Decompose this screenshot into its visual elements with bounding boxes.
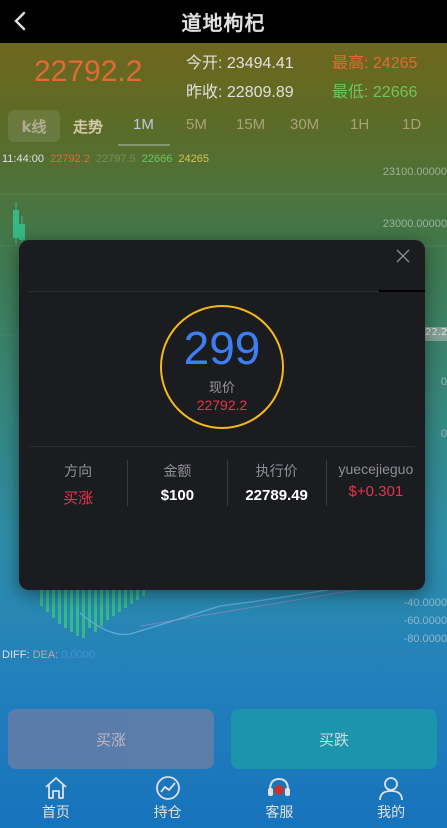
detail-value: $+0.301 <box>348 483 404 500</box>
current-price-label: 现价 <box>208 381 235 396</box>
detail-value: 买涨 <box>63 490 94 507</box>
modal-divider <box>29 446 415 447</box>
detail-value: $100 <box>160 487 195 504</box>
detail-exec-price: 执行价 22789.49 <box>226 460 326 506</box>
close-icon[interactable] <box>395 248 411 264</box>
order-modal: 299 现价 22792.2 方向 买涨 金额 $100 执行价 22789.4… <box>19 240 425 590</box>
detail-value: 22789.49 <box>245 487 308 504</box>
detail-amount: 金额 $100 <box>127 460 226 506</box>
detail-header: 金额 <box>163 463 192 479</box>
header-divider <box>29 291 425 292</box>
countdown-seconds: 299 <box>183 322 261 374</box>
detail-header: yuecejieguo <box>338 461 414 477</box>
detail-direction: 方向 买涨 <box>29 460 127 507</box>
detail-header: 方向 <box>64 463 93 479</box>
detail-result: yuecejieguo $+0.301 <box>325 460 425 506</box>
detail-header: 执行价 <box>255 463 298 479</box>
order-details: 方向 买涨 金额 $100 执行价 22789.49 yuecejieguo $… <box>29 460 425 507</box>
countdown-ring: 299 现价 22792.2 <box>160 305 284 429</box>
modal-current-price: 22792.2 <box>196 397 248 413</box>
header-divider-accent <box>379 290 425 292</box>
